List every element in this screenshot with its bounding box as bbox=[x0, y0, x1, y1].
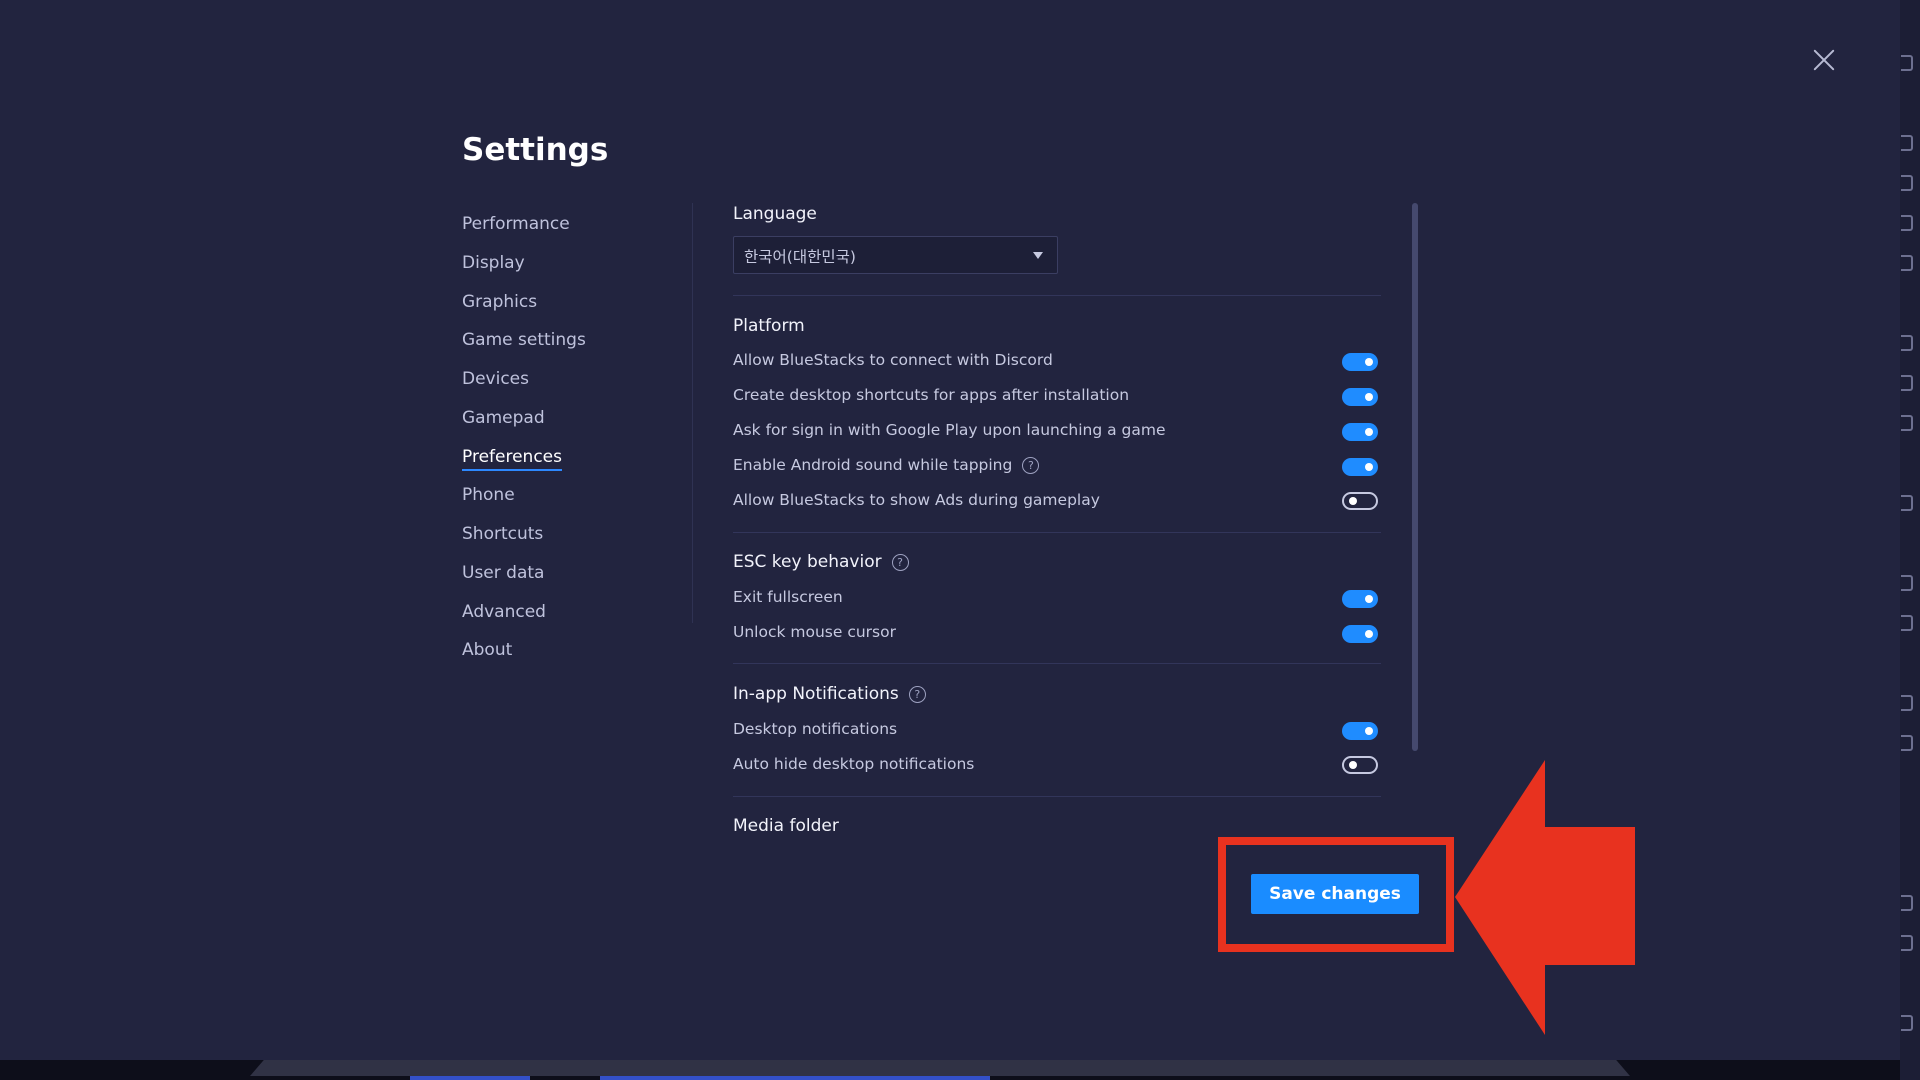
toggle-discord[interactable] bbox=[1342, 353, 1378, 371]
esc-key-title: ESC key behavior? bbox=[733, 552, 909, 572]
toggle-knob bbox=[1349, 497, 1357, 505]
toggle-desktop-notifications[interactable] bbox=[1342, 722, 1378, 740]
option-desktop-notifications-label: Desktop notifications bbox=[733, 720, 898, 738]
toolbar-icon[interactable] bbox=[1901, 1015, 1913, 1031]
toggle-ads[interactable] bbox=[1342, 492, 1378, 510]
taskbar bbox=[0, 1060, 1900, 1080]
toolbar-icon[interactable] bbox=[1901, 575, 1913, 591]
toolbar-icon[interactable] bbox=[1901, 495, 1913, 511]
option-ads-label: Allow BlueStacks to show Ads during game… bbox=[733, 491, 1100, 509]
close-icon[interactable] bbox=[1810, 46, 1838, 74]
divider bbox=[733, 796, 1381, 797]
toolbar-icon[interactable] bbox=[1901, 415, 1913, 431]
arrow-left-icon bbox=[1455, 760, 1635, 1035]
platform-title: Platform bbox=[733, 316, 805, 336]
help-icon[interactable]: ? bbox=[908, 686, 926, 703]
option-unlock-cursor-label: Unlock mouse cursor bbox=[733, 623, 896, 641]
scrollbar[interactable] bbox=[1412, 203, 1418, 751]
divider bbox=[733, 532, 1381, 533]
sidebar-item-devices[interactable]: Devices bbox=[462, 360, 682, 399]
toolbar-icon[interactable] bbox=[1901, 335, 1913, 351]
sidebar-item-shortcuts[interactable]: Shortcuts bbox=[462, 515, 682, 554]
sidebar-divider bbox=[692, 203, 693, 623]
toggle-knob bbox=[1365, 428, 1373, 436]
divider bbox=[733, 663, 1381, 664]
save-button[interactable]: Save changes bbox=[1251, 874, 1419, 914]
sidebar-item-user-data[interactable]: User data bbox=[462, 554, 682, 593]
sidebar-item-gamepad[interactable]: Gamepad bbox=[462, 399, 682, 438]
option-auto-hide-label: Auto hide desktop notifications bbox=[733, 755, 975, 773]
option-android-sound-label: Enable Android sound while tapping? bbox=[733, 456, 1040, 474]
arrow-shape bbox=[1455, 760, 1635, 1035]
option-exit-fullscreen-label: Exit fullscreen bbox=[733, 588, 843, 606]
toggle-knob bbox=[1365, 358, 1373, 366]
option-google-play-label: Ask for sign in with Google Play upon la… bbox=[733, 421, 1166, 439]
toolbar-icon[interactable] bbox=[1901, 615, 1913, 631]
sidebar-item-graphics[interactable]: Graphics bbox=[462, 283, 682, 322]
sidebar-item-phone[interactable]: Phone bbox=[462, 476, 682, 515]
toggle-exit-fullscreen[interactable] bbox=[1342, 590, 1378, 608]
sidebar-item-game-settings[interactable]: Game settings bbox=[462, 321, 682, 360]
media-folder-title: Media folder bbox=[733, 816, 839, 836]
sidebar-item-preferences[interactable]: Preferences bbox=[462, 438, 682, 477]
page-title: Settings bbox=[462, 132, 609, 168]
toggle-knob bbox=[1365, 463, 1373, 471]
toolbar-icon[interactable] bbox=[1901, 175, 1913, 191]
toggle-unlock-cursor[interactable] bbox=[1342, 625, 1378, 643]
toggle-auto-hide[interactable] bbox=[1342, 756, 1378, 774]
toolbar-icon[interactable] bbox=[1901, 215, 1913, 231]
toggle-knob bbox=[1365, 727, 1373, 735]
settings-dialog: Settings Performance Display Graphics Ga… bbox=[0, 0, 1920, 1080]
toolbar-icon[interactable] bbox=[1901, 55, 1913, 71]
taskbar-tab bbox=[250, 1060, 1630, 1076]
toolbar-icon[interactable] bbox=[1901, 255, 1913, 271]
toggle-knob bbox=[1365, 595, 1373, 603]
toolbar-icon[interactable] bbox=[1901, 735, 1913, 751]
sidebar-item-display[interactable]: Display bbox=[462, 244, 682, 283]
toolbar-icon[interactable] bbox=[1901, 135, 1913, 151]
toggle-desktop-shortcuts[interactable] bbox=[1342, 388, 1378, 406]
taskbar-indicator bbox=[600, 1076, 990, 1080]
option-discord-label: Allow BlueStacks to connect with Discord bbox=[733, 351, 1053, 369]
toggle-knob bbox=[1365, 393, 1373, 401]
toolbar-icon[interactable] bbox=[1901, 895, 1913, 911]
chevron-down-icon bbox=[1033, 252, 1043, 259]
settings-sidebar: Performance Display Graphics Game settin… bbox=[462, 205, 682, 670]
toggle-knob bbox=[1365, 630, 1373, 638]
sidebar-item-about[interactable]: About bbox=[462, 631, 682, 670]
toolbar-icon[interactable] bbox=[1901, 935, 1913, 951]
help-icon[interactable]: ? bbox=[891, 554, 909, 571]
sidebar-item-advanced[interactable]: Advanced bbox=[462, 593, 682, 632]
language-select[interactable]: 한국어(대한민국) bbox=[733, 236, 1058, 274]
scrollbar-thumb[interactable] bbox=[1412, 203, 1418, 751]
side-toolbar bbox=[1900, 0, 1920, 1080]
language-title: Language bbox=[733, 204, 817, 224]
toggle-knob bbox=[1349, 761, 1357, 769]
notifications-title: In-app Notifications? bbox=[733, 684, 926, 704]
taskbar-indicator bbox=[410, 1076, 530, 1080]
toolbar-icon[interactable] bbox=[1901, 695, 1913, 711]
toolbar-icon[interactable] bbox=[1901, 375, 1913, 391]
language-value: 한국어(대한민국) bbox=[744, 248, 856, 266]
help-icon[interactable]: ? bbox=[1022, 457, 1040, 474]
sidebar-item-performance[interactable]: Performance bbox=[462, 205, 682, 244]
divider bbox=[733, 295, 1381, 296]
toggle-google-play[interactable] bbox=[1342, 423, 1378, 441]
option-shortcuts-label: Create desktop shortcuts for apps after … bbox=[733, 386, 1130, 404]
toggle-android-sound[interactable] bbox=[1342, 458, 1378, 476]
